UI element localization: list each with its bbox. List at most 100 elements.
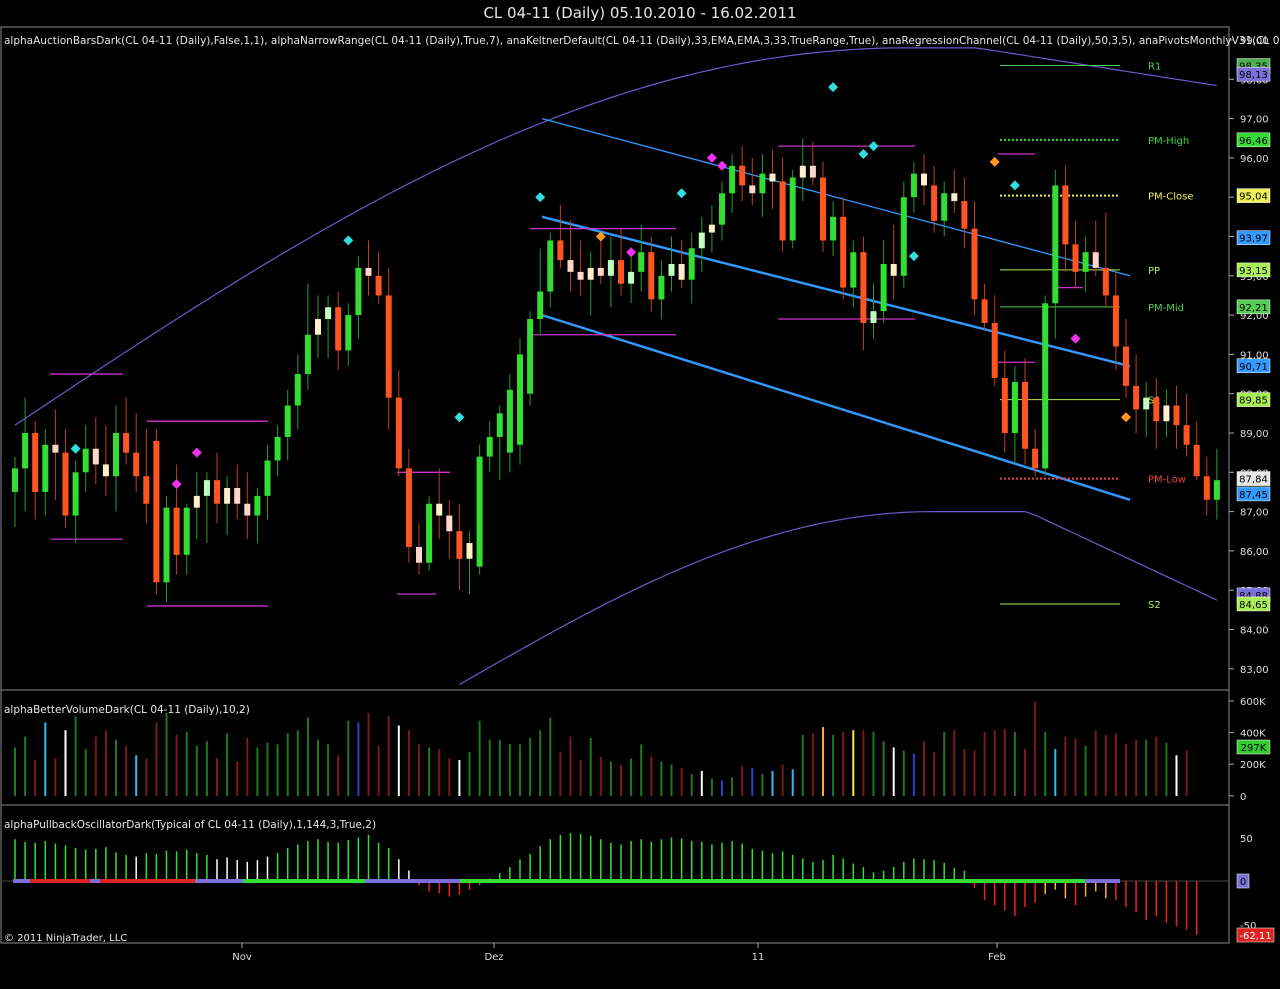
candle-body: [931, 185, 938, 221]
candle-body: [900, 197, 907, 276]
candle-body: [32, 433, 39, 492]
candle-body: [759, 173, 766, 194]
candle-body: [1163, 405, 1170, 422]
candle-body: [325, 307, 332, 320]
volume-indicator-text: alphaBetterVolumeDark(CL 04-11 (Daily),1…: [4, 704, 250, 716]
candle-body: [284, 405, 291, 437]
candle-body: [1072, 244, 1079, 272]
price-badge-label: 92,21: [1239, 303, 1268, 314]
oscillator-last-badge-label: -62,11: [1239, 931, 1271, 942]
candle-body: [830, 216, 837, 241]
candle-body: [355, 267, 362, 316]
candle-body: [840, 216, 847, 288]
candle-body: [385, 295, 392, 398]
pivot-label: S2: [1148, 600, 1161, 611]
candle-body: [1183, 425, 1190, 445]
candle-body: [658, 275, 665, 300]
candle-body: [72, 472, 79, 516]
volume-badge-label: 297K: [1241, 743, 1267, 754]
price-indicator-text: alphaAuctionBarsDark(CL 04-11 (Daily),Fa…: [4, 35, 1280, 47]
candle-body: [517, 354, 523, 445]
candle-body: [375, 275, 382, 296]
candle-body: [880, 264, 887, 312]
candle-body: [42, 444, 49, 492]
candle-body: [941, 193, 948, 221]
candle-body: [22, 433, 29, 469]
candle-body: [597, 267, 604, 276]
candle-body: [82, 448, 89, 473]
candle-body: [365, 267, 372, 276]
price-badge-label: 90,71: [1239, 362, 1268, 373]
price-tick-label: 96,00: [1240, 154, 1269, 165]
price-tick-label: 89,00: [1240, 429, 1269, 440]
pivot-label: R1: [1148, 62, 1161, 73]
candle-body: [567, 260, 574, 272]
candle-body: [436, 503, 443, 516]
candle-body: [910, 173, 917, 198]
candle-body: [416, 546, 422, 563]
candle-body: [345, 315, 352, 351]
candle-body: [628, 271, 635, 284]
candle-body: [224, 488, 231, 504]
candle-body: [143, 476, 150, 504]
candle-body: [618, 260, 624, 284]
candle-body: [688, 248, 695, 280]
candle-body: [264, 460, 271, 496]
x-tick-label: Dez: [484, 952, 503, 963]
candle-body: [113, 433, 119, 477]
candle-body: [1133, 385, 1140, 410]
copyright-text: © 2011 NinjaTrader, LLC: [4, 933, 127, 944]
candle-body: [961, 201, 968, 229]
candle-body: [395, 397, 402, 469]
candle-body: [1143, 397, 1150, 410]
candle-body: [214, 480, 220, 504]
candle-body: [405, 468, 412, 547]
candle-body: [203, 480, 210, 496]
pivot-label: PP: [1148, 266, 1160, 277]
candle-body: [719, 193, 725, 225]
x-tick-label: 11: [752, 952, 765, 963]
candle-body: [789, 177, 796, 241]
price-tick-label: 86,00: [1240, 547, 1269, 558]
candle-body: [921, 173, 927, 186]
candle-body: [476, 456, 483, 567]
candle-body: [1052, 185, 1059, 304]
candle-body: [1213, 480, 1220, 500]
candle-body: [527, 319, 534, 394]
price-tick-label: 97,00: [1240, 115, 1269, 126]
pivot-label: PM-Close: [1148, 192, 1194, 203]
price-tick-label: 87,00: [1240, 508, 1269, 519]
candle-body: [123, 433, 130, 453]
candle-body: [254, 495, 261, 516]
volume-tick-label: 200K: [1240, 760, 1266, 771]
candle-body: [1022, 381, 1028, 449]
candle-body: [1001, 377, 1008, 433]
candle-body: [547, 240, 554, 292]
candle-body: [870, 311, 877, 323]
chart-canvas[interactable]: alphaAuctionBarsDark(CL 04-11 (Daily),Fa…: [0, 0, 1280, 989]
price-tick-label: 99,00: [1240, 36, 1269, 47]
x-tick-label: Feb: [988, 952, 1006, 963]
candle-body: [1173, 405, 1180, 426]
candle-body: [446, 515, 453, 532]
candle-body: [304, 334, 311, 375]
price-badge-label: 93,15: [1239, 266, 1268, 277]
candle-body: [1102, 267, 1109, 296]
candle-body: [1153, 397, 1160, 422]
oscillator-indicator-text: alphaPullbackOscillatorDark(Typical of C…: [4, 819, 376, 831]
volume-tick-label: 0: [1240, 792, 1246, 803]
candle-body: [981, 299, 988, 323]
price-tick-label: 83,00: [1240, 665, 1269, 676]
candle-body: [1011, 381, 1018, 433]
chart-background: [0, 26, 1280, 989]
candle-body: [607, 260, 614, 276]
candle-body: [729, 165, 736, 194]
candle-body: [1092, 252, 1099, 268]
candle-body: [1203, 476, 1210, 500]
volume-tick-label: 400K: [1240, 729, 1266, 740]
candle-body: [153, 440, 160, 583]
candle-body: [486, 436, 493, 457]
candle-body: [1082, 252, 1089, 272]
candle-body: [668, 264, 675, 276]
candle-body: [52, 444, 59, 453]
